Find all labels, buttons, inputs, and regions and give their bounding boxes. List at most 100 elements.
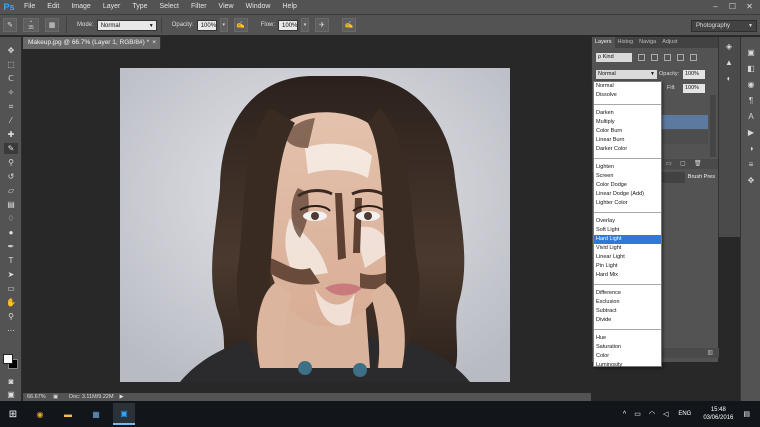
trash-icon[interactable]: ▥ <box>707 349 713 356</box>
menu-image[interactable]: Image <box>65 0 96 14</box>
more-tools-icon[interactable]: ⋯ <box>4 325 18 336</box>
blend-mode-option[interactable]: Hard Light <box>594 235 661 244</box>
airbrush-icon[interactable]: ✈ <box>315 18 330 32</box>
chevron-up-icon[interactable]: ^ <box>623 411 626 418</box>
chrome-app-icon[interactable]: ◉ <box>29 403 51 425</box>
menu-select[interactable]: Select <box>154 0 185 14</box>
blend-mode-option[interactable]: Color Burn <box>594 127 661 136</box>
foreground-color-swatch[interactable] <box>3 354 13 364</box>
healing-brush-tool-icon[interactable]: ✚ <box>4 129 18 140</box>
blend-mode-option[interactable]: Subtract <box>594 307 661 316</box>
layers-panel-icon[interactable]: ◈ <box>722 41 736 53</box>
maximize-button[interactable]: ☐ <box>724 0 741 14</box>
adjustments-panel-icon[interactable]: ◑ <box>744 143 758 155</box>
actions-panel-icon[interactable]: ▶ <box>744 127 758 139</box>
flow-slider-toggle-icon[interactable]: ▾ <box>301 18 310 32</box>
layer-opacity-input[interactable]: 100% <box>683 70 705 79</box>
brush-size-picker[interactable]: • 35 <box>23 18 39 32</box>
opacity-input[interactable]: 100% <box>196 19 217 31</box>
zoom-level[interactable]: 66.67% <box>23 393 53 401</box>
blend-mode-option[interactable]: Hard Mix <box>594 271 661 280</box>
menu-help[interactable]: Help <box>277 0 303 14</box>
character-panel-icon[interactable]: A <box>744 111 758 123</box>
channels-panel-icon[interactable]: ≡ <box>744 159 758 171</box>
language-indicator[interactable]: ENG <box>678 411 691 417</box>
blend-mode-option[interactable]: Exclusion <box>594 298 661 307</box>
blend-mode-option[interactable]: Linear Burn <box>594 136 661 145</box>
rectangle-tool-icon[interactable]: ▭ <box>4 283 18 294</box>
properties-panel-icon[interactable]: ◧ <box>744 63 758 75</box>
zoom-tool-icon[interactable]: ⚲ <box>4 311 18 322</box>
blend-mode-option[interactable]: Normal <box>594 82 661 91</box>
blend-mode-option[interactable]: Color Dodge <box>594 181 661 190</box>
volume-icon[interactable]: ◁ <box>663 410 668 418</box>
photoshop-app-icon[interactable]: ▣ <box>113 403 135 425</box>
new-layer-icon[interactable]: ▢ <box>680 160 686 167</box>
action-center-icon[interactable]: ▤ <box>743 410 750 418</box>
histogram-panel-icon[interactable]: ▲ <box>722 57 736 69</box>
paragraph-panel-icon[interactable]: ¶ <box>744 95 758 107</box>
type-filter-icon[interactable] <box>664 53 671 61</box>
eraser-tool-icon[interactable]: ▱ <box>4 185 18 196</box>
blend-mode-option[interactable]: Lighten <box>594 163 661 172</box>
menu-view[interactable]: View <box>213 0 240 14</box>
layer-row-selected[interactable] <box>662 115 708 129</box>
move-tool-icon[interactable]: ✥ <box>4 45 18 56</box>
brush-tool-icon[interactable]: ✎ <box>4 143 18 154</box>
mode-select[interactable]: Normal ▼ <box>96 19 157 31</box>
layers-scrollbar[interactable] <box>710 95 716 157</box>
crop-tool-icon[interactable]: ⌗ <box>4 101 18 112</box>
status-info-icon[interactable]: ▣ <box>53 393 61 401</box>
opacity-slider-toggle-icon[interactable]: ▾ <box>219 18 228 32</box>
quick-mask-icon[interactable]: ◙ <box>4 376 18 387</box>
windows-start-icon[interactable]: ⊞ <box>0 401 26 427</box>
brush-tool-preset-icon[interactable]: ✎ <box>3 18 17 32</box>
status-menu-icon[interactable]: ▶ <box>120 393 124 401</box>
close-tab-icon[interactable]: × <box>152 37 156 49</box>
screen-mode-icon[interactable]: ▣ <box>4 389 18 400</box>
blend-mode-option[interactable]: Divide <box>594 316 661 325</box>
menu-file[interactable]: File <box>18 0 41 14</box>
tab-layers[interactable]: Layers <box>592 37 615 48</box>
menu-filter[interactable]: Filter <box>185 0 213 14</box>
lasso-tool-icon[interactable]: ᑕ <box>4 73 18 84</box>
menu-type[interactable]: Type <box>126 0 153 14</box>
quick-selection-tool-icon[interactable]: ✧ <box>4 87 18 98</box>
blend-mode-option[interactable]: Soft Light <box>594 226 661 235</box>
blend-mode-option[interactable]: Difference <box>594 289 661 298</box>
document-tab[interactable]: Makeup.jpg @ 66.7% (Layer 1, RGB/8#) * × <box>23 37 161 49</box>
menu-window[interactable]: Window <box>240 0 277 14</box>
blend-mode-option[interactable]: Linear Dodge (Add) <box>594 190 661 199</box>
menu-layer[interactable]: Layer <box>97 0 127 14</box>
type-tool-icon[interactable]: T <box>4 255 18 266</box>
history-brush-tool-icon[interactable]: ↺ <box>4 171 18 182</box>
blend-mode-option[interactable]: Vivid Light <box>594 244 661 253</box>
shape-filter-icon[interactable] <box>677 53 684 61</box>
blend-mode-option[interactable]: Color <box>594 352 661 361</box>
tab-histogram[interactable]: Histog <box>615 37 637 48</box>
delete-layer-icon[interactable]: 🗑 <box>694 160 702 167</box>
path-selection-tool-icon[interactable]: ➤ <box>4 269 18 280</box>
file-explorer-icon[interactable]: ▬ <box>57 403 79 425</box>
tab-adjustments[interactable]: Adjust <box>659 37 680 48</box>
smart-object-filter-icon[interactable] <box>690 53 697 61</box>
new-group-icon[interactable]: ▭ <box>666 160 672 167</box>
blend-mode-option[interactable]: Hue <box>594 334 661 343</box>
pressure-size-icon[interactable]: ✍ <box>342 18 357 32</box>
image-canvas[interactable] <box>120 68 510 382</box>
pressure-opacity-icon[interactable]: ✍ <box>233 18 248 32</box>
blend-mode-option[interactable]: Overlay <box>594 217 661 226</box>
calculator-app-icon[interactable]: ▦ <box>85 403 107 425</box>
blend-mode-option[interactable]: Luminosity <box>594 361 661 370</box>
gradient-tool-icon[interactable]: ▤ <box>4 199 18 210</box>
color-panel-icon[interactable]: ◉ <box>744 79 758 91</box>
pixel-filter-icon[interactable] <box>638 53 645 61</box>
notification-icon[interactable]: ▭ <box>634 410 641 418</box>
blend-mode-option[interactable]: Darker Color <box>594 145 661 154</box>
hand-tool-icon[interactable]: ✋ <box>4 297 18 308</box>
clock[interactable]: 15:48 03/06/2016 <box>703 406 733 422</box>
layer-row[interactable] <box>662 130 708 144</box>
blend-mode-option[interactable]: Pin Light <box>594 262 661 271</box>
blend-mode-option[interactable]: Darken <box>594 109 661 118</box>
flow-input[interactable]: 100% <box>278 19 299 31</box>
